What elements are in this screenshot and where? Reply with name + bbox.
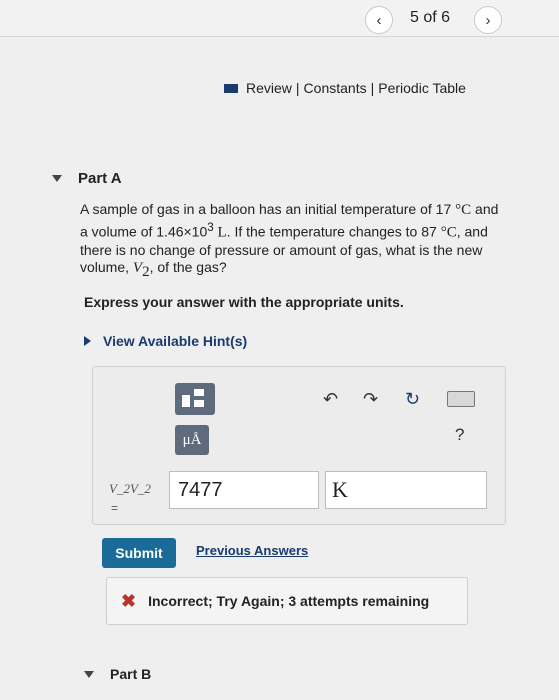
previous-answers-link[interactable]: Previous Answers	[196, 543, 308, 558]
question-fragment: , of the gas?	[149, 258, 227, 275]
submit-button[interactable]: Submit	[102, 538, 176, 568]
templates-button[interactable]	[175, 383, 215, 415]
volume-unit: L	[213, 224, 227, 241]
separator: |	[370, 80, 375, 96]
chevron-right-icon: ›	[485, 11, 491, 29]
caret-right-icon	[84, 336, 91, 346]
error-x-icon: ✖	[121, 590, 137, 611]
answer-instruction: Express your answer with the appropriate…	[84, 294, 404, 310]
temperature-unit: °C	[440, 224, 457, 241]
answer-panel: μÅ ↶ ↷ ↻ ? V_2V_2 =	[92, 366, 506, 525]
volume-subscript: 2	[142, 263, 150, 280]
keyboard-icon[interactable]	[447, 391, 475, 407]
part-a-header[interactable]: Part A	[52, 170, 122, 187]
undo-icon[interactable]: ↶	[323, 389, 338, 410]
templates-icon	[182, 389, 208, 409]
redo-icon[interactable]: ↷	[363, 389, 378, 410]
temperature-unit: °C	[455, 202, 472, 218]
caret-down-icon	[52, 175, 62, 182]
review-icon	[224, 83, 238, 93]
volume-variable: V	[132, 259, 143, 276]
chevron-left-icon: ‹	[376, 11, 382, 29]
previous-item-button[interactable]: ‹	[365, 6, 393, 34]
resource-links: Review | Constants | Periodic Table	[224, 80, 466, 96]
unit-input[interactable]	[325, 471, 487, 509]
question-fragment: . If the temperature changes to 87	[226, 223, 441, 240]
view-hints-label: View Available Hint(s)	[103, 333, 248, 349]
units-icon: μÅ	[182, 431, 202, 448]
view-hints-toggle[interactable]: View Available Hint(s)	[84, 333, 247, 349]
part-b-header[interactable]: Part B	[84, 666, 151, 682]
feedback-message: ✖ Incorrect; Try Again; 3 attempts remai…	[106, 577, 468, 625]
equals-sign: =	[111, 501, 119, 515]
separator: |	[295, 80, 300, 96]
help-button[interactable]: ?	[455, 425, 464, 445]
question-text: A sample of gas in a balloon has an init…	[80, 201, 510, 280]
periodic-table-link[interactable]: Periodic Table	[378, 80, 466, 96]
review-link[interactable]: Review	[246, 80, 292, 96]
caret-down-icon	[84, 670, 94, 678]
part-a-title: Part A	[78, 170, 122, 187]
part-b-title: Part B	[110, 666, 152, 682]
feedback-text: Incorrect; Try Again; 3 attempts remaini…	[148, 593, 430, 609]
page-counter: 5 of 6	[410, 9, 451, 26]
question-fragment: A sample of gas in a balloon has an init…	[80, 201, 456, 217]
units-button[interactable]: μÅ	[175, 425, 209, 455]
reset-icon[interactable]: ↻	[405, 389, 420, 410]
answer-variable-label: V_2V_2	[109, 481, 151, 496]
next-item-button[interactable]: ›	[474, 6, 502, 34]
constants-link[interactable]: Constants	[304, 80, 367, 96]
value-input[interactable]	[169, 471, 319, 509]
top-navigation-bar: ‹ 5 of 6 ›	[0, 0, 559, 37]
